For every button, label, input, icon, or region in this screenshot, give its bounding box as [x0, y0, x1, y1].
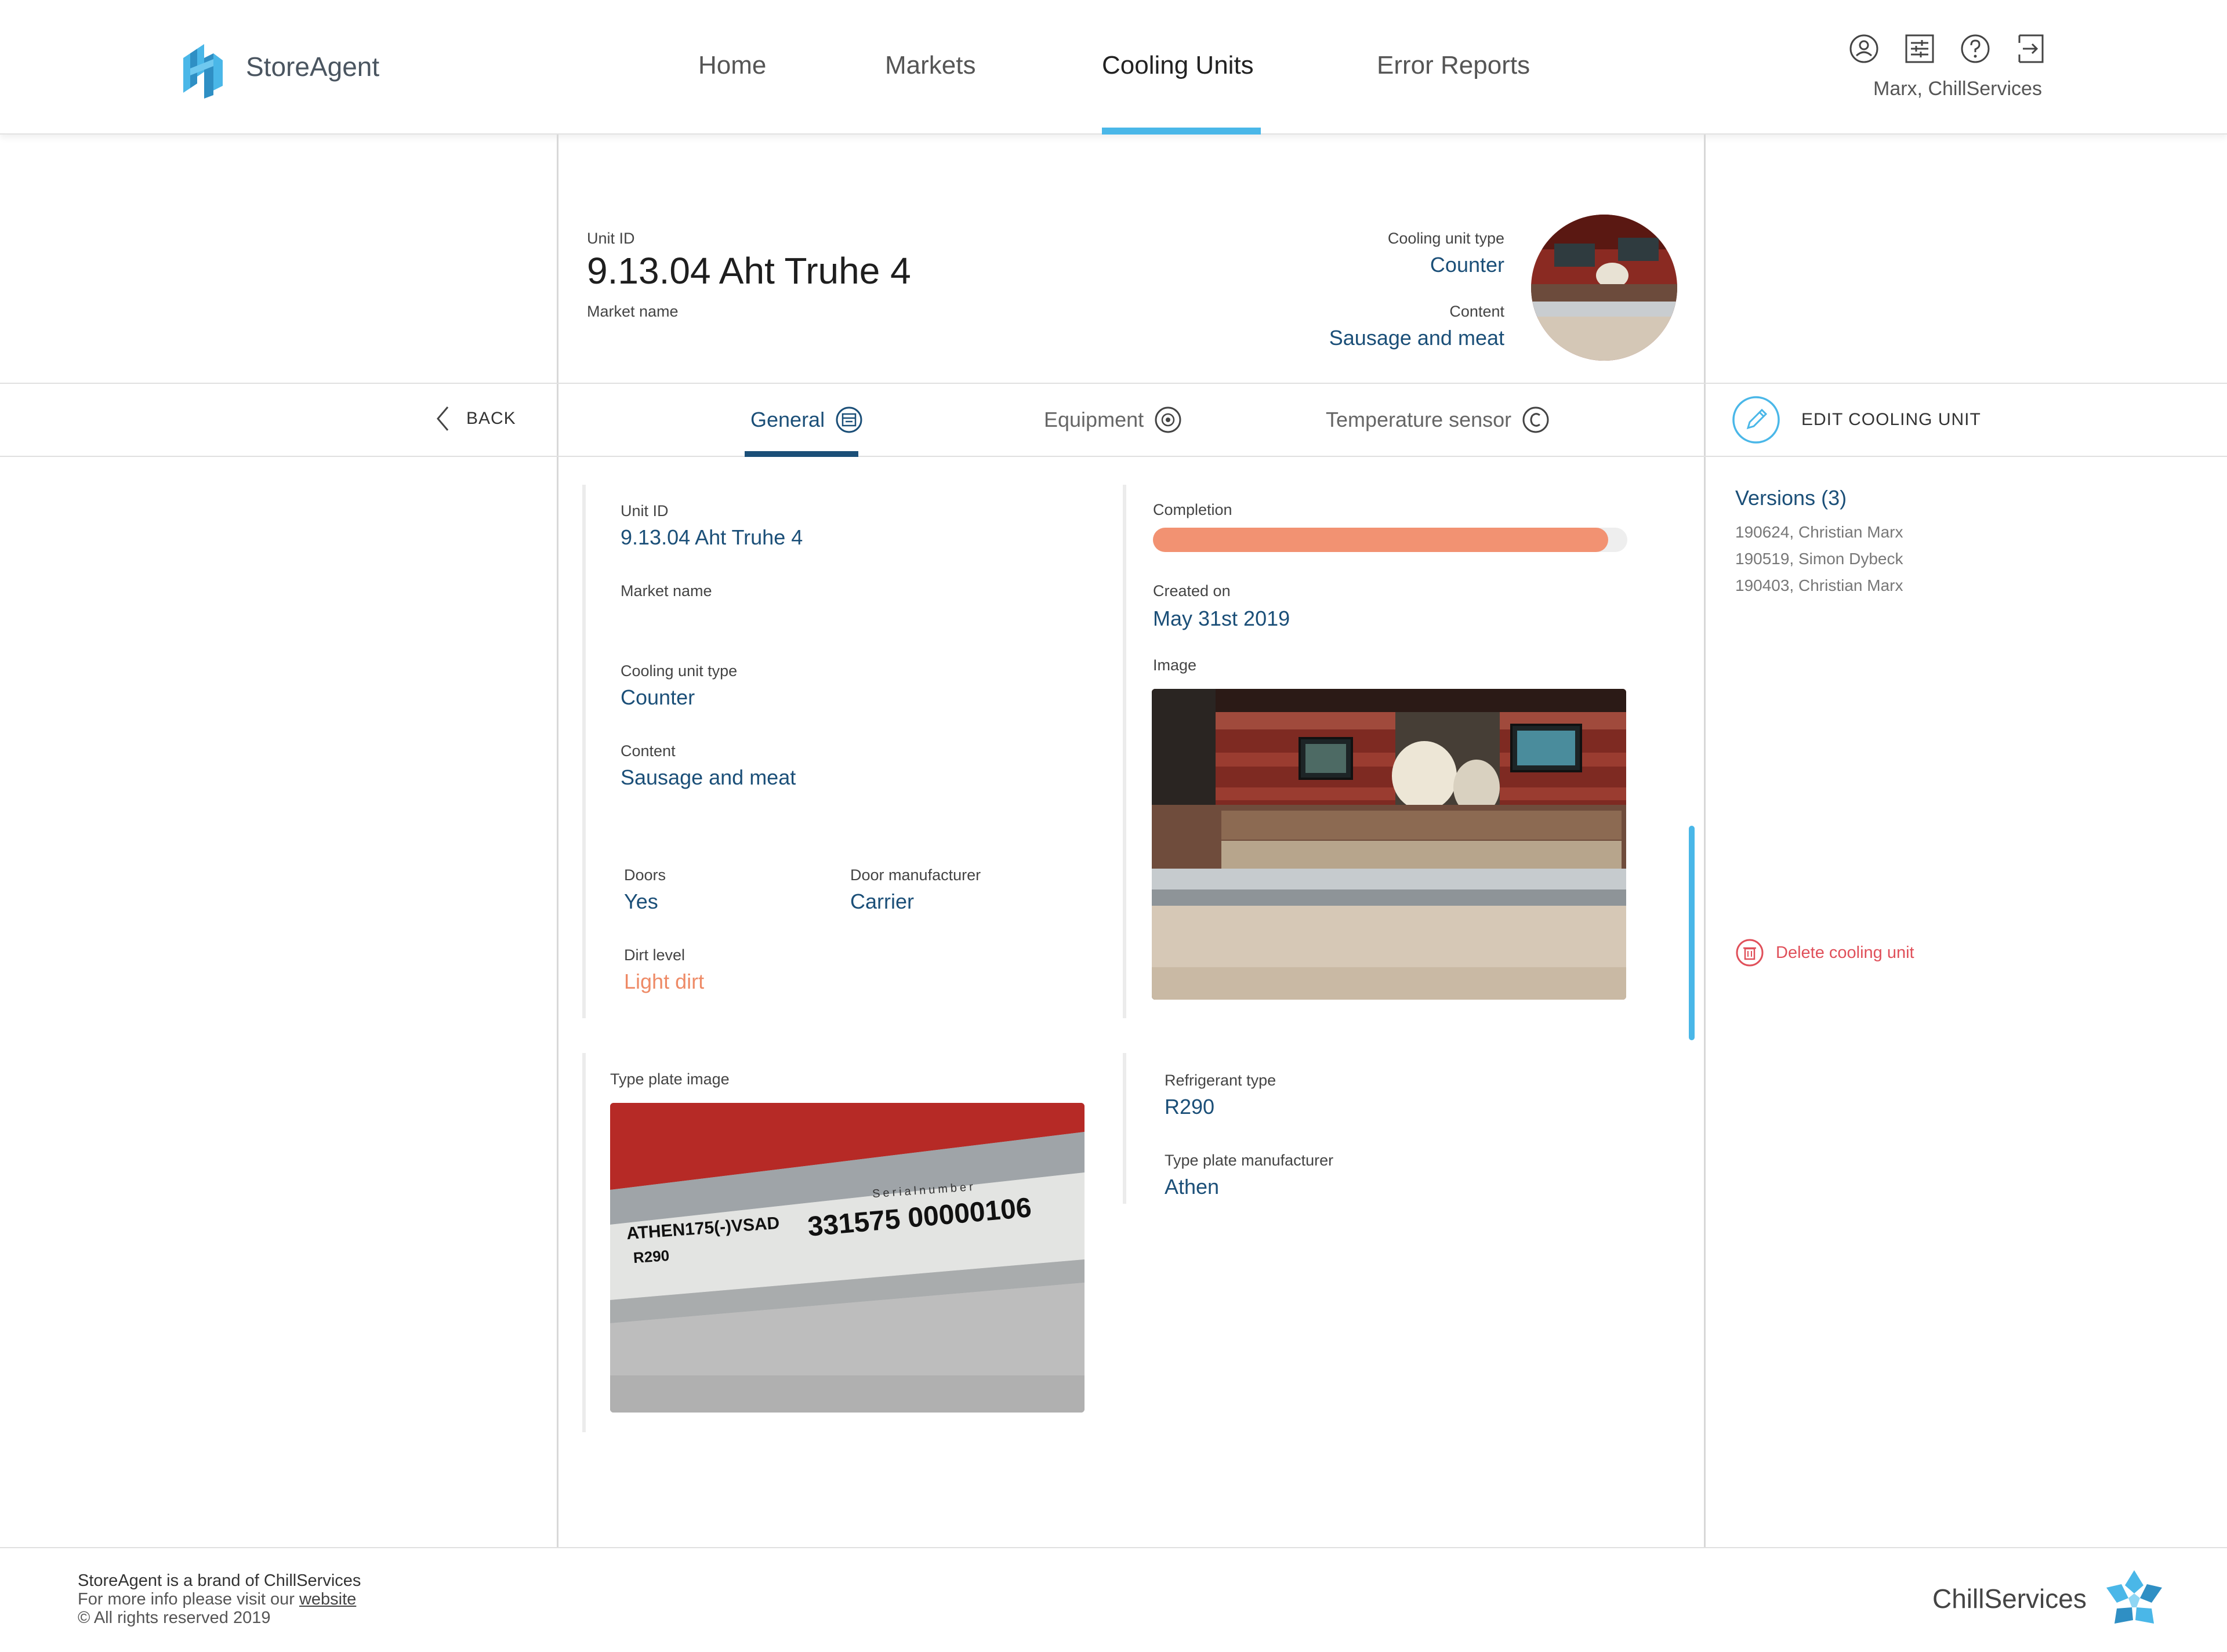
cooling-unit-avatar-image[interactable]: [1531, 215, 1677, 361]
version-item[interactable]: 190403, Christian Marx: [1735, 576, 1903, 595]
pencil-icon: [1732, 396, 1780, 444]
chevron-left-icon: [437, 406, 449, 431]
footer-line-1: StoreAgent is a brand of ChillServices: [78, 1571, 361, 1590]
equipment-icon: [1155, 406, 1181, 433]
footer-line-2: For more info please visit our website: [78, 1590, 361, 1609]
completion-label: Completion: [1153, 501, 1232, 518]
divider-tabs: [0, 456, 2227, 457]
content-label: Content: [621, 742, 676, 760]
unit-id-title: 9.13.04 Aht Truhe 4: [587, 250, 911, 292]
tab-equipment[interactable]: Equipment: [1044, 406, 1182, 434]
unit-id-label: Unit ID: [621, 502, 669, 520]
type-plate-manufacturer-value: Athen: [1165, 1175, 1220, 1199]
content-left-border: [557, 135, 558, 1547]
chillservices-logo-icon[interactable]: [2102, 1568, 2167, 1628]
chillservices-brand[interactable]: ChillServices: [1932, 1583, 2087, 1614]
dirt-level-label: Dirt level: [624, 946, 685, 964]
cooling-unit-icon: [836, 406, 862, 433]
brand-name[interactable]: StoreAgent: [246, 51, 379, 82]
refrigerant-type-value: R290: [1165, 1095, 1215, 1119]
user-icon[interactable]: [1848, 32, 1880, 65]
panel-edge: [582, 1053, 586, 1432]
dirt-level-value: Light dirt: [624, 970, 705, 993]
refrigerant-type-label: Refrigerant type: [1165, 1072, 1276, 1089]
nav-cooling-units[interactable]: Cooling Units: [1102, 51, 1254, 80]
nav-home[interactable]: Home: [698, 51, 766, 80]
user-name: Marx, ChillServices: [1873, 78, 2042, 100]
active-nav-indicator: [1102, 128, 1261, 135]
version-item[interactable]: 190519, Simon Dybeck: [1735, 550, 1903, 568]
created-on-label: Created on: [1153, 582, 1231, 600]
edit-cooling-unit-label: EDIT COOLING UNIT: [1801, 410, 1981, 429]
door-manufacturer-value: Carrier: [850, 889, 915, 913]
tab-equipment-label: Equipment: [1044, 408, 1144, 431]
delete-cooling-unit-label: Delete cooling unit: [1776, 943, 1914, 962]
content-value: Sausage and meat: [621, 765, 796, 789]
plate-refrigerant-text: R290: [632, 1246, 670, 1267]
doors-label: Doors: [624, 866, 666, 884]
top-header: StoreAgent Home Markets Cooling Units Er…: [0, 0, 2227, 135]
created-on-value: May 31st 2019: [1153, 607, 1290, 630]
trash-icon: [1736, 939, 1764, 967]
back-label: BACK: [466, 409, 516, 428]
unit-id-label: Unit ID: [587, 230, 635, 247]
tab-temperature-sensor[interactable]: Temperature sensor: [1326, 406, 1550, 434]
completion-progress-bar: [1153, 528, 1627, 552]
tab-general-underline: [745, 451, 858, 457]
help-icon[interactable]: [1959, 32, 1992, 65]
header-content-value: Sausage and meat: [1329, 326, 1504, 350]
version-item[interactable]: 190624, Christian Marx: [1735, 523, 1903, 542]
back-button[interactable]: BACK: [436, 406, 516, 431]
doors-value: Yes: [624, 889, 658, 913]
panel-edge: [582, 485, 586, 1018]
celsius-icon: [1522, 406, 1549, 433]
footer-line-2-text: For more info please visit our: [78, 1590, 299, 1609]
header-type-value: Counter: [1430, 253, 1504, 277]
content-right-border: [1704, 135, 1706, 1547]
type-plate-manufacturer-label: Type plate manufacturer: [1165, 1152, 1334, 1169]
scrollbar-thumb[interactable]: [1689, 826, 1695, 1040]
cooling-unit-type-label: Cooling unit type: [621, 662, 738, 680]
type-plate-image[interactable]: ATHEN175(-)VSAD R290 Serialnumber 331575…: [610, 1103, 1085, 1413]
sliders-icon[interactable]: [1903, 32, 1936, 65]
image-label: Image: [1153, 656, 1197, 674]
cooling-unit-image[interactable]: [1152, 689, 1626, 1000]
completion-progress-fill: [1153, 528, 1609, 552]
door-manufacturer-label: Door manufacturer: [850, 866, 981, 884]
divider-top: [0, 383, 2227, 384]
tab-general[interactable]: General: [750, 406, 863, 434]
footer-divider: [0, 1547, 2227, 1548]
website-link[interactable]: website: [299, 1590, 356, 1609]
panel-edge: [1123, 1053, 1126, 1204]
header-content-label: Content: [1449, 303, 1504, 320]
footer-info: StoreAgent is a brand of ChillServices F…: [78, 1571, 361, 1627]
market-name-label: Market name: [621, 582, 712, 600]
market-name-label: Market name: [587, 303, 679, 320]
versions-title[interactable]: Versions (3): [1735, 486, 1847, 510]
header-type-label: Cooling unit type: [1387, 230, 1504, 247]
cooling-unit-type-value: Counter: [621, 685, 695, 709]
tab-temperature-sensor-label: Temperature sensor: [1326, 408, 1512, 431]
footer-line-3: © All rights reserved 2019: [78, 1609, 271, 1627]
panel-edge: [1123, 485, 1126, 1018]
type-plate-image-label: Type plate image: [610, 1070, 730, 1088]
unit-id-value: 9.13.04 Aht Truhe 4: [621, 525, 803, 549]
storeagent-logo-icon[interactable]: [179, 35, 231, 99]
nav-error-reports[interactable]: Error Reports: [1377, 51, 1530, 80]
logout-icon[interactable]: [2015, 32, 2047, 65]
edit-cooling-unit-button[interactable]: EDIT COOLING UNIT: [1732, 395, 1981, 444]
tab-general-label: General: [750, 408, 825, 431]
delete-cooling-unit-button[interactable]: Delete cooling unit: [1735, 938, 1914, 967]
nav-markets[interactable]: Markets: [885, 51, 975, 80]
